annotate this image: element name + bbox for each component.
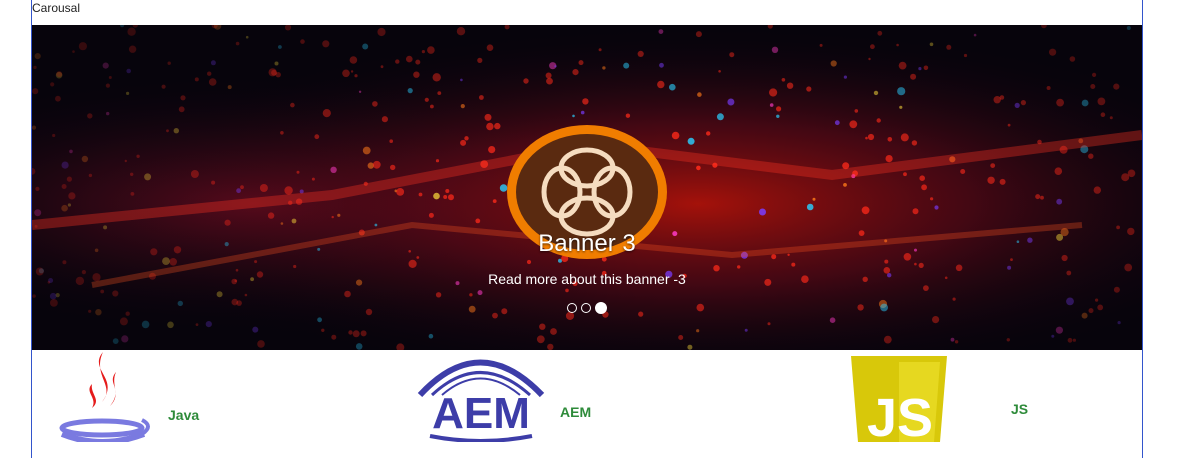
carousel-dot-2[interactable]	[581, 303, 591, 313]
js-icon: JS	[851, 356, 947, 442]
tile-label-aem[interactable]: AEM	[560, 404, 591, 420]
svg-text:JS: JS	[867, 388, 933, 442]
java-icon	[59, 352, 150, 442]
tile-label-java[interactable]: Java	[168, 407, 199, 423]
svg-text:AEM: AEM	[432, 389, 530, 438]
banner-description[interactable]: Read more about this banner -3	[32, 271, 1142, 287]
carousel[interactable]: Banner 3 Read more about this banner -3	[32, 25, 1142, 350]
aem-icon: AEM	[417, 359, 545, 442]
carousel-dot-1[interactable]	[567, 303, 577, 313]
tile-label-js[interactable]: JS	[1011, 401, 1028, 417]
banner-title: Banner 3	[538, 230, 636, 257]
carousel-dot-3[interactable]	[595, 302, 607, 314]
section-label: Carousal	[32, 1, 81, 15]
carousel-indicators	[32, 302, 1142, 314]
